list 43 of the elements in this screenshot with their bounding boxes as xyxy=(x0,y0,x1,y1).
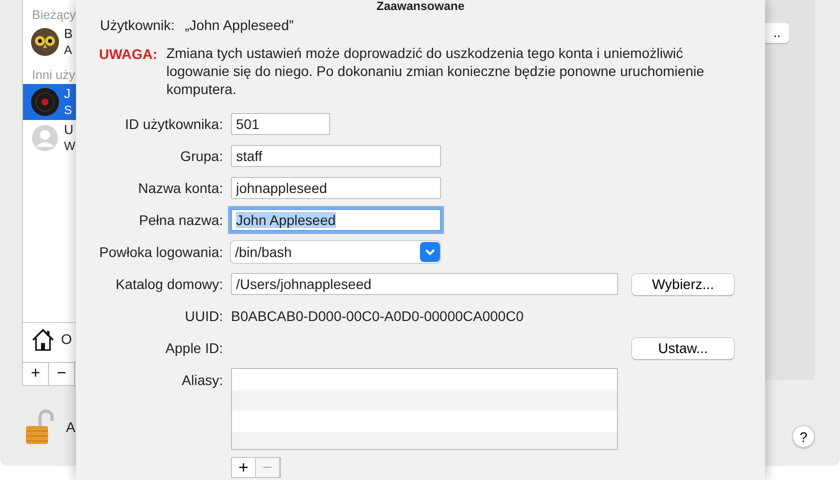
partial-button[interactable]: .. xyxy=(765,23,789,43)
user-name: J xyxy=(64,86,72,102)
field-label: Aliasy: xyxy=(180,371,224,390)
section-header: Bieżący xyxy=(31,7,77,24)
set-button[interactable]: Ustaw... xyxy=(632,338,734,358)
warning-text: Zmiana tych ustawień może doprowadzić do uszkodzenia tego konta i uniemożliwić logowanie się do niego. Po dokonaniu zmian konieczne będzie ponowne uruchomienie komputera. xyxy=(166,44,706,98)
uuid-value: B0ABCAB0-D000-00C0-A0D0-00000CA000C0 xyxy=(231,306,524,326)
section-header: Inni uży xyxy=(31,67,76,84)
field-label: Nazwa konta: xyxy=(137,178,224,198)
user-label: Użytkownik: xyxy=(100,16,175,35)
text-field[interactable]: johnappleseed xyxy=(231,177,441,199)
text-field[interactable]: 501 xyxy=(231,113,330,135)
warning-label: UWAGA: xyxy=(99,45,158,64)
user-avatar xyxy=(31,124,59,152)
choose-button[interactable]: Wybierz... xyxy=(632,274,734,294)
field-label: Powłoka logowania: xyxy=(98,242,224,262)
lock-label: A xyxy=(66,418,76,436)
user-value: „John Appleseed” xyxy=(184,16,294,35)
owl-avatar xyxy=(31,28,59,56)
remove-alias-button: − xyxy=(256,458,280,477)
text-field[interactable]: /Users/johnappleseed xyxy=(231,273,618,295)
user-subtitle: S xyxy=(64,102,72,118)
dropdown-value: /bin/bash xyxy=(235,242,292,262)
field-label: Grupa: xyxy=(179,146,224,166)
text-field[interactable]: staff xyxy=(231,145,441,167)
user-row[interactable]: U W xyxy=(23,120,81,156)
login-options-label[interactable]: O xyxy=(61,329,72,350)
record-avatar xyxy=(31,88,59,116)
text-field[interactable]: John Appleseed xyxy=(231,209,441,231)
dialog-title: Zaawansowane xyxy=(375,0,466,13)
dropdown[interactable]: /bin/bash xyxy=(231,241,440,263)
user-subtitle: A xyxy=(64,42,73,58)
user-row[interactable]: B A xyxy=(23,24,81,60)
house-icon xyxy=(31,328,55,352)
user-subtitle: W xyxy=(64,138,76,154)
help-button[interactable]: ? xyxy=(792,425,815,448)
field-label: ID użytkownika: xyxy=(124,114,224,134)
field-label: UUID: xyxy=(184,306,224,326)
field-label: Pełna nazwa: xyxy=(138,210,224,230)
field-label: Apple ID: xyxy=(164,338,224,358)
user-name: U xyxy=(64,122,74,138)
user-name: B xyxy=(64,26,73,42)
field-label: Katalog domowy: xyxy=(114,274,224,294)
